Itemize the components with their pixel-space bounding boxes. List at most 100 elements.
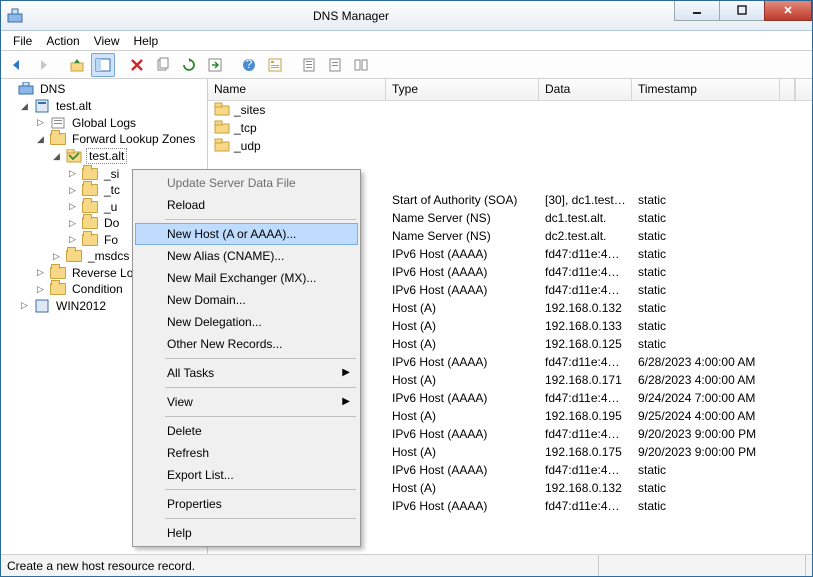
list-item-data: 192.168.0.125	[539, 336, 632, 352]
copy-button[interactable]	[151, 53, 175, 77]
list-item-ts: static	[632, 336, 780, 352]
expand-icon[interactable]: ▷	[19, 300, 30, 311]
delete-button[interactable]	[125, 53, 149, 77]
window-buttons	[675, 1, 812, 23]
refresh-button[interactable]	[177, 53, 201, 77]
tree-global-logs[interactable]: ▷Global Logs	[35, 115, 142, 131]
col-header-name[interactable]: Name	[208, 79, 386, 100]
scrollbar-header-gap	[795, 79, 812, 100]
list-item-data: dc2.test.alt.	[539, 228, 632, 244]
list-item-type: Host (A)	[386, 444, 539, 460]
tree-child[interactable]: ▷_tc	[67, 182, 126, 198]
show-tree-button[interactable]	[91, 53, 115, 77]
list-item-ts: static	[632, 498, 780, 514]
expand-icon[interactable]: ▷	[67, 185, 78, 196]
list-item-ts: static	[632, 246, 780, 262]
properties-button[interactable]	[263, 53, 287, 77]
ctx-all-tasks[interactable]: All Tasks▶	[135, 362, 358, 384]
col-header-data[interactable]: Data	[539, 79, 632, 100]
tree-forward-zones-label: Forward Lookup Zones	[70, 132, 197, 146]
tree-zone-selected[interactable]: ◢ test.alt	[51, 147, 131, 165]
ctx-reload[interactable]: Reload	[135, 194, 358, 216]
ctx-view[interactable]: View▶	[135, 391, 358, 413]
tree-forward-zones[interactable]: ◢ Forward Lookup Zones	[35, 131, 201, 147]
up-button[interactable]	[65, 53, 89, 77]
tree-server[interactable]: ◢ test.alt	[19, 98, 97, 114]
col-header-type[interactable]: Type	[386, 79, 539, 100]
nav-back-button[interactable]	[5, 53, 29, 77]
list-item-data: 192.168.0.132	[539, 300, 632, 316]
expand-icon[interactable]: ▷	[35, 284, 46, 295]
expand-icon[interactable]: ▷	[67, 201, 78, 212]
menu-view[interactable]: View	[88, 32, 126, 50]
list-item-data: fd47:d11e:43c...	[539, 282, 632, 298]
collapse-icon[interactable]: ◢	[35, 134, 46, 145]
ctx-other-records[interactable]: Other New Records...	[135, 333, 358, 355]
tree-root[interactable]: DNS	[3, 81, 71, 97]
list-item-ts: static	[632, 192, 780, 208]
ctx-new-host[interactable]: New Host (A or AAAA)...	[135, 223, 358, 245]
tree-conditional[interactable]: ▷Condition	[35, 281, 129, 297]
ctx-new-domain[interactable]: New Domain...	[135, 289, 358, 311]
tree-reverse-zones[interactable]: ▷Reverse Lo	[35, 265, 139, 281]
tree-child[interactable]: ▷ Do	[67, 215, 125, 231]
list-item-folder[interactable]: _tcp	[208, 119, 812, 137]
list-item-data: 192.168.0.132	[539, 480, 632, 496]
list-item-data: fd47:d11e:43c...	[539, 354, 632, 370]
ctx-new-alias[interactable]: New Alias (CNAME)...	[135, 245, 358, 267]
tree-msdcs[interactable]: ▷_msdcs	[51, 248, 135, 264]
list-item-ts: 6/28/2023 4:00:00 AM	[632, 354, 780, 370]
nav-forward-button[interactable]	[31, 53, 55, 77]
expand-icon[interactable]: ▷	[35, 117, 46, 128]
tree-child[interactable]: ▷_si	[67, 166, 125, 182]
ctx-update: Update Server Data File	[135, 172, 358, 194]
ctx-help[interactable]: Help	[135, 522, 358, 544]
list-item-ts: 9/24/2024 7:00:00 AM	[632, 390, 780, 406]
ctx-delete[interactable]: Delete	[135, 420, 358, 442]
col-header-ts[interactable]: Timestamp	[632, 79, 780, 100]
menu-action[interactable]: Action	[40, 32, 85, 50]
tree-server-label: test.alt	[54, 99, 93, 113]
tree-child[interactable]: ▷ _u	[67, 199, 123, 215]
menu-help[interactable]: Help	[128, 32, 165, 50]
menu-file[interactable]: File	[7, 32, 38, 50]
filter-button-3[interactable]	[349, 53, 373, 77]
collapse-icon[interactable]: ◢	[19, 101, 30, 112]
expand-icon[interactable]	[3, 84, 14, 95]
tree-zone-label: test.alt	[86, 148, 127, 164]
folder-icon	[82, 234, 98, 246]
minimize-button[interactable]	[674, 1, 720, 21]
col-header-extra[interactable]	[780, 79, 795, 100]
export-button[interactable]	[203, 53, 227, 77]
expand-icon[interactable]: ▷	[67, 168, 78, 179]
tree-child-label: _u	[102, 200, 119, 214]
folder-icon	[82, 201, 98, 213]
ctx-properties[interactable]: Properties	[135, 493, 358, 515]
maximize-button[interactable]	[719, 1, 765, 21]
list-item-type: Host (A)	[386, 408, 539, 424]
help-button[interactable]: ?	[237, 53, 261, 77]
expand-icon[interactable]: ▷	[35, 267, 46, 278]
close-button[interactable]	[764, 1, 812, 21]
list-item-type: IPv6 Host (AAAA)	[386, 282, 539, 298]
ctx-separator	[165, 358, 356, 359]
ctx-refresh[interactable]: Refresh	[135, 442, 358, 464]
list-item-folder[interactable]: _udp	[208, 137, 812, 155]
list-item-folder[interactable]: _sites	[208, 101, 812, 119]
expand-icon[interactable]: ▷	[51, 251, 62, 262]
collapse-icon[interactable]: ◢	[51, 151, 62, 162]
expand-icon[interactable]: ▷	[67, 218, 78, 229]
tree-child[interactable]: ▷Fo	[67, 232, 124, 248]
ctx-separator	[165, 219, 356, 220]
filter-button-2[interactable]	[323, 53, 347, 77]
expand-icon[interactable]: ▷	[67, 234, 78, 245]
ctx-export[interactable]: Export List...	[135, 464, 358, 486]
ctx-new-delegation[interactable]: New Delegation...	[135, 311, 358, 333]
list-item-type: IPv6 Host (AAAA)	[386, 462, 539, 478]
tree-other-server[interactable]: ▷WIN2012	[19, 298, 112, 314]
ctx-new-mx[interactable]: New Mail Exchanger (MX)...	[135, 267, 358, 289]
app-icon	[7, 8, 23, 24]
tree-child-label: Do	[102, 216, 121, 230]
list-item-ts: static	[632, 282, 780, 298]
filter-button-1[interactable]	[297, 53, 321, 77]
